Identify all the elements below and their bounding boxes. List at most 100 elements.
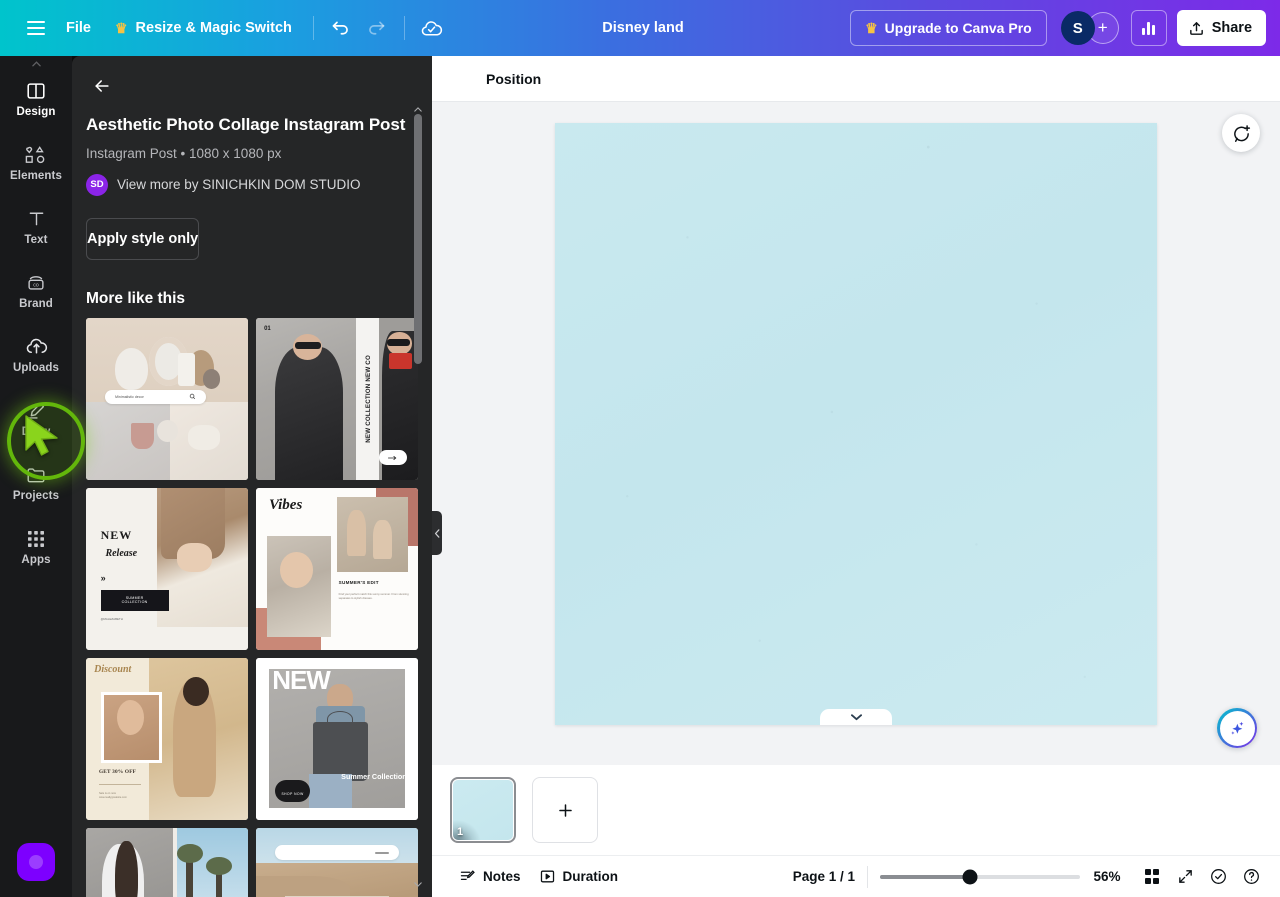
duration-button[interactable]: Duration xyxy=(530,862,628,892)
canvas-viewport[interactable] xyxy=(432,102,1280,765)
panel-collapse-handle[interactable] xyxy=(432,511,442,555)
template-art: NEW Summer Collection SHOP NOW xyxy=(256,657,418,820)
text-t-icon xyxy=(26,207,47,230)
undo-button[interactable] xyxy=(323,10,359,46)
magic-sparkle-icon xyxy=(1231,721,1244,735)
sidebar-item-text[interactable]: Text xyxy=(4,196,68,258)
sidebar-item-apps[interactable]: Apps xyxy=(4,516,68,578)
page-indicator: Page 1 / 1 xyxy=(792,869,855,884)
redo-button[interactable] xyxy=(359,10,395,46)
template-card-vibes[interactable]: Vibes SUMMER'S EDIT Find your perfect ma… xyxy=(256,487,418,650)
template-author-link[interactable]: SD View more by SINICHKIN DOM STUDIO xyxy=(84,173,420,196)
main-area: Position 1 Notes Duration Page 1 / 1 56% xyxy=(432,56,1280,897)
avatar-group: S + xyxy=(1060,11,1119,45)
zoom-slider-fill xyxy=(880,874,970,879)
sidebar-item-elements[interactable]: Elements xyxy=(4,132,68,194)
template-art: NEW Release » SUMMER COLLECTION @MALEZABE… xyxy=(86,487,248,650)
check-status-button[interactable] xyxy=(1203,862,1233,892)
template-badge: SHOP NOW xyxy=(281,791,304,796)
help-button[interactable] xyxy=(1236,862,1266,892)
template-title: Aesthetic Photo Collage Instagram Post xyxy=(86,115,406,134)
file-menu-button[interactable]: File xyxy=(54,11,103,45)
panel-scrollbar[interactable] xyxy=(412,104,424,889)
chevron-left-icon xyxy=(434,528,440,538)
template-card-palms-skate[interactable] xyxy=(86,827,248,897)
document-title[interactable]: Disney land xyxy=(592,14,693,42)
template-card-summer-collection[interactable]: NEW Summer Collection SHOP NOW xyxy=(256,657,418,820)
sidebar-item-design[interactable]: Design xyxy=(4,68,68,130)
position-button[interactable]: Position xyxy=(476,64,551,94)
canvas-expand-tab[interactable] xyxy=(820,709,892,725)
scrollbar-down-arrow[interactable] xyxy=(412,879,424,889)
page-number-label: 1 xyxy=(457,826,464,838)
zoom-slider[interactable] xyxy=(880,867,1080,887)
avatar[interactable]: S xyxy=(1060,11,1095,45)
panel-scroll-area: Aesthetic Photo Collage Instagram Post I… xyxy=(72,104,432,897)
magic-inner xyxy=(1219,710,1255,746)
fullscreen-icon xyxy=(1178,870,1192,883)
context-toolbar: Position xyxy=(432,56,1280,102)
sidebar-item-uploads[interactable]: Uploads xyxy=(4,324,68,386)
panel-content: Aesthetic Photo Collage Instagram Post I… xyxy=(72,114,432,897)
file-menu-label: File xyxy=(66,20,91,36)
notes-button[interactable]: Notes xyxy=(450,862,530,892)
upgrade-label: Upgrade to Canva Pro xyxy=(884,20,1032,36)
sidebar-item-projects[interactable]: Projects xyxy=(4,452,68,514)
fullscreen-button[interactable] xyxy=(1170,862,1200,892)
sidebar-label-elements: Elements xyxy=(10,170,62,183)
page-thumbnail-1[interactable]: 1 xyxy=(450,777,516,843)
template-subcaption: SUMMER'S EDIT xyxy=(338,579,379,585)
template-card-new-collection[interactable]: NEW COLLECTION NEW CO 01 xyxy=(256,317,418,480)
play-square-icon xyxy=(540,870,554,883)
template-caption: Minimalistic decor xyxy=(115,394,144,399)
help-circle-icon xyxy=(1243,869,1259,884)
scrollbar-thumb[interactable] xyxy=(414,114,422,364)
sidebar-label-design: Design xyxy=(16,106,56,119)
sidebar-item-brand[interactable]: co Brand xyxy=(4,260,68,322)
grid-dots-icon xyxy=(26,527,46,550)
hamburger-menu-button[interactable] xyxy=(18,10,54,46)
rail-bottom xyxy=(17,843,55,897)
assistant-widget-button[interactable] xyxy=(17,843,55,881)
sidebar-item-draw[interactable]: Draw xyxy=(4,388,68,450)
crown-icon-upgrade: ♛ xyxy=(865,20,878,36)
saved-status-button[interactable] xyxy=(414,10,450,46)
layout-icon xyxy=(25,79,47,102)
template-card-new-release[interactable]: NEW Release » SUMMER COLLECTION @MALEZABE… xyxy=(86,487,248,650)
template-caption: NEW xyxy=(272,664,331,695)
design-panel: Aesthetic Photo Collage Instagram Post I… xyxy=(72,56,432,897)
template-caption-release: Release xyxy=(105,547,138,559)
zoom-slider-knob[interactable] xyxy=(962,869,978,884)
panel-back-button[interactable] xyxy=(84,68,120,104)
template-card-discount[interactable]: Discount GET 30% OFF Sale is on now www.r… xyxy=(86,657,248,820)
rail-scroll-up[interactable] xyxy=(31,60,41,68)
zoom-value[interactable]: 56% xyxy=(1080,869,1134,884)
duration-label: Duration xyxy=(562,869,619,884)
magic-studio-button[interactable] xyxy=(1217,708,1257,748)
scrollbar-track[interactable] xyxy=(414,114,422,879)
folder-icon xyxy=(25,463,47,486)
insights-button[interactable] xyxy=(1130,10,1167,46)
template-caption: Discount xyxy=(94,664,132,676)
comment-add-icon xyxy=(1233,124,1250,142)
design-canvas-page[interactable] xyxy=(555,123,1157,725)
resize-magic-switch-button[interactable]: ♛ Resize & Magic Switch xyxy=(103,11,304,45)
template-caption: Vibes xyxy=(268,497,303,514)
template-card-minimalistic-decor[interactable]: Minimalistic decor xyxy=(86,317,248,480)
bar-chart-icon xyxy=(1142,21,1156,35)
template-art: Vibes SUMMER'S EDIT Find your perfect ma… xyxy=(256,487,418,650)
notes-label: Notes xyxy=(483,869,521,884)
sidebar-label-draw: Draw xyxy=(21,426,51,439)
apply-style-only-button[interactable]: Apply style only xyxy=(86,217,200,260)
template-caption: NEW COLLECTION NEW CO xyxy=(365,354,373,443)
scrollbar-up-arrow[interactable] xyxy=(412,104,424,114)
upgrade-to-canva-pro-button[interactable]: ♛ Upgrade to Canva Pro xyxy=(850,10,1047,46)
share-button[interactable]: Share xyxy=(1176,10,1267,46)
add-page-button[interactable] xyxy=(532,777,598,843)
grid-view-button[interactable] xyxy=(1137,862,1167,892)
template-card-desert-travel[interactable] xyxy=(256,827,418,897)
add-comment-button[interactable] xyxy=(1222,114,1260,152)
bottombar-divider xyxy=(867,865,868,888)
template-badge: 01 xyxy=(264,325,271,332)
svg-text:co: co xyxy=(33,282,39,288)
